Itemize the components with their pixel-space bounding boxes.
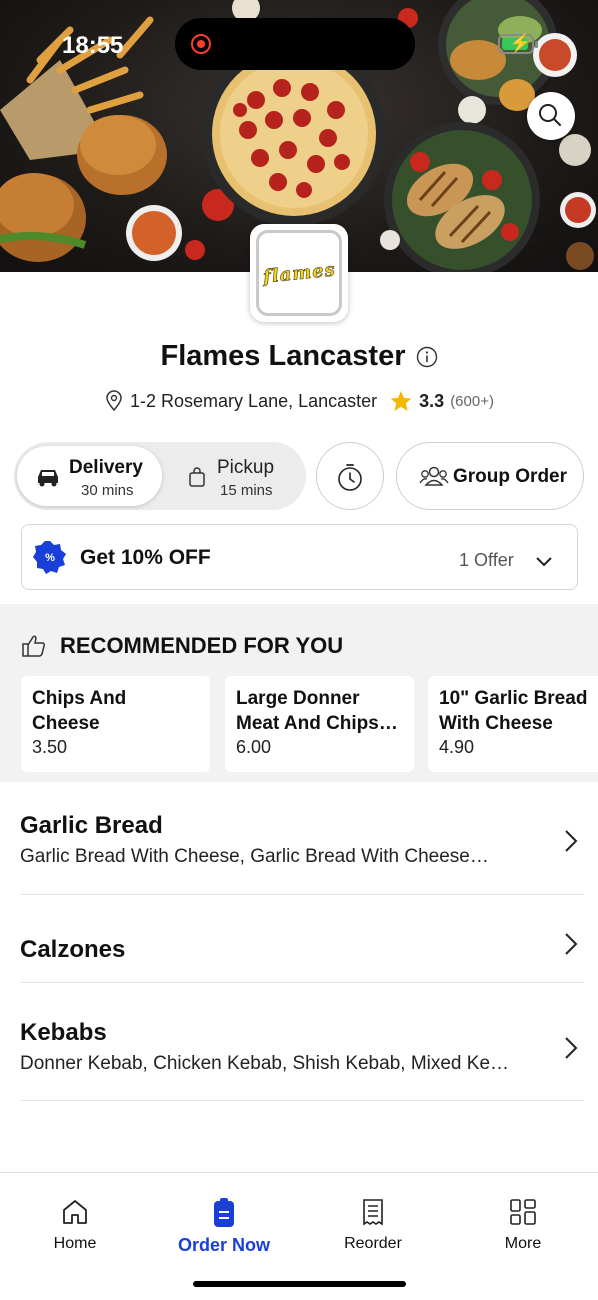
rating-count: (600+) (450, 392, 494, 410)
search-button[interactable] (527, 92, 575, 140)
delivery-option[interactable]: Delivery 30 mins (17, 446, 162, 506)
chevron-right-icon (565, 1037, 578, 1059)
recommended-section: RECOMMENDED FOR YOU Chips And Cheese 3.50… (0, 604, 598, 782)
recommended-item-price: 4.90 (439, 737, 475, 757)
address-text: 1-2 Rosemary Lane, Lancaster (130, 390, 378, 411)
tab-more[interactable]: More (468, 1197, 578, 1253)
info-icon[interactable] (416, 346, 438, 368)
star-icon (390, 391, 412, 411)
home-icon (63, 1200, 87, 1224)
tab-label: Order Now (177, 1235, 270, 1255)
battery-icon: ⚡ (498, 33, 538, 54)
offer-count: 1 Offer (459, 550, 514, 570)
category-title: Calzones (20, 936, 126, 963)
category-title: Garlic Bread (20, 812, 163, 839)
category-description: Donner Kebab, Chicken Kebab, Shish Kebab… (20, 1053, 510, 1074)
offer-banner[interactable]: % Get 10% OFF 1 Offer (21, 524, 578, 590)
recommended-item-name: Large Donner Meat And Chips… (236, 688, 398, 734)
recommended-card[interactable]: Large Donner Meat And Chips… 6.00 (225, 676, 414, 772)
status-time: 18:55 (62, 32, 124, 59)
recommended-item-name: 10" Garlic Bread With Cheese (439, 688, 588, 734)
discount-badge-icon: % (33, 541, 66, 574)
car-icon (38, 470, 58, 487)
offer-title: Get 10% OFF (80, 546, 211, 569)
delivery-label: Delivery (69, 457, 143, 478)
pickup-option[interactable]: Pickup 15 mins (174, 446, 302, 506)
search-icon (539, 104, 561, 126)
thumbs-up-icon (22, 635, 45, 657)
restaurant-logo: flames (250, 224, 348, 322)
group-order-button[interactable]: Group Order (396, 442, 584, 510)
rating-value: 3.3 (419, 390, 445, 411)
schedule-button[interactable] (316, 442, 384, 510)
group-icon (419, 466, 449, 486)
chevron-right-icon (565, 830, 578, 852)
address-row: 1-2 Rosemary Lane, Lancaster 3.3 (600+) (0, 390, 598, 412)
pickup-time: 15 mins (220, 482, 273, 499)
recommended-item-name: Chips And Cheese (32, 688, 127, 734)
timer-icon (338, 464, 362, 491)
category-title: Kebabs (20, 1019, 107, 1046)
order-icon (214, 1198, 234, 1227)
category-description: Garlic Bread With Cheese, Garlic Bread W… (20, 846, 489, 867)
dynamic-island (175, 18, 415, 70)
delivery-time: 30 mins (81, 482, 134, 499)
restaurant-title-row: Flames Lancaster (0, 340, 598, 373)
category-row-calzones[interactable]: Calzones (20, 895, 584, 983)
chevron-right-icon (565, 933, 578, 955)
home-indicator[interactable] (193, 1281, 406, 1287)
bag-icon (189, 467, 205, 487)
delivery-pickup-toggle: Delivery 30 mins Pickup 15 mins (14, 442, 306, 510)
recommended-item-price: 6.00 (236, 737, 272, 757)
recommended-card[interactable]: 10" Garlic Bread With Cheese 4.90 (428, 676, 598, 772)
pickup-label: Pickup (217, 457, 275, 478)
chevron-down-icon (536, 557, 552, 567)
category-row-kebabs[interactable]: Kebabs Donner Kebab, Chicken Kebab, Shis… (20, 983, 584, 1101)
restaurant-name: Flames Lancaster (160, 340, 406, 372)
tab-label: Reorder (344, 1235, 402, 1252)
logo-text: flames (261, 258, 337, 288)
recommended-card[interactable]: Chips And Cheese 3.50 (21, 676, 210, 772)
tab-home[interactable]: Home (20, 1197, 130, 1253)
receipt-icon (363, 1199, 383, 1226)
tab-label: Home (53, 1235, 97, 1252)
recommended-title: RECOMMENDED FOR YOU (60, 633, 344, 658)
category-row-garlic-bread[interactable]: Garlic Bread Garlic Bread With Cheese, G… (20, 812, 584, 895)
group-order-label: Group Order (453, 466, 568, 487)
location-pin-icon (106, 390, 122, 412)
grid-icon (510, 1199, 536, 1225)
tab-label: More (504, 1235, 542, 1252)
tab-reorder[interactable]: Reorder (318, 1197, 428, 1253)
svg-text:%: % (45, 552, 55, 564)
recording-icon (191, 34, 211, 54)
tab-order-now[interactable]: Order Now (169, 1197, 279, 1256)
recommended-item-price: 3.50 (32, 737, 68, 757)
